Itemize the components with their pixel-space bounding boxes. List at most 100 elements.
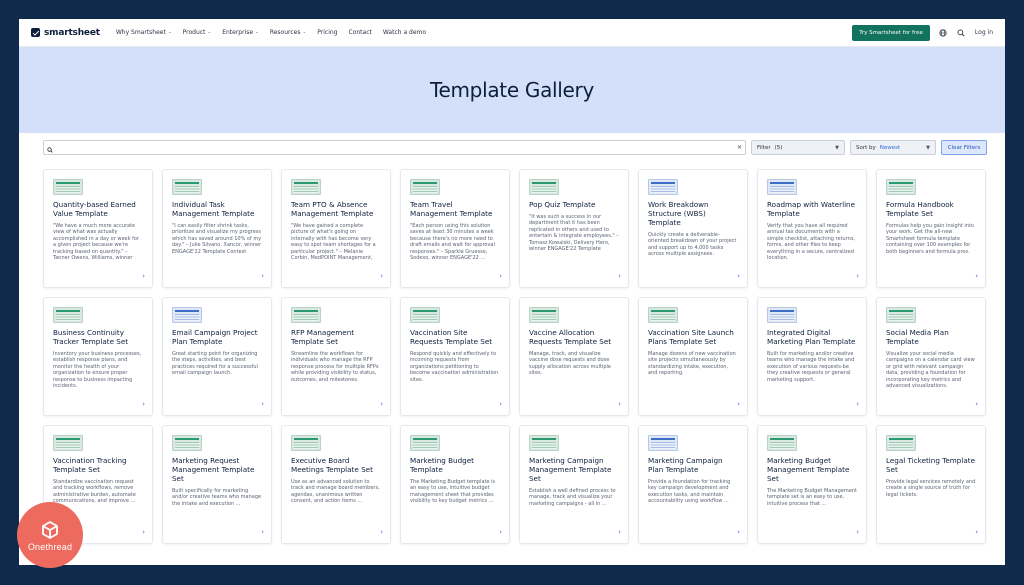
- template-card[interactable]: Marketing Request Management Template Se…: [162, 425, 272, 544]
- template-card[interactable]: Marketing Campaign Plan Template Provide …: [638, 425, 748, 544]
- chevron-right-icon[interactable]: ›: [975, 400, 978, 408]
- clear-filters-button[interactable]: Clear Filters: [941, 140, 987, 155]
- template-title[interactable]: Marketing Campaign Plan Template: [648, 456, 738, 474]
- template-title[interactable]: Marketing Budget Template: [410, 456, 500, 474]
- template-card[interactable]: Quantity-based Earned Value Template "We …: [43, 169, 153, 288]
- template-card[interactable]: Marketing Campaign Management Template S…: [519, 425, 629, 544]
- template-title[interactable]: Marketing Request Management Template Se…: [172, 456, 262, 483]
- nav-link-product[interactable]: Product ⌄: [183, 29, 212, 36]
- template-title[interactable]: Integrated Digital Marketing Plan Templa…: [767, 328, 857, 346]
- template-title[interactable]: Legal Ticketing Template Set: [886, 456, 976, 474]
- template-card[interactable]: Vaccination Site Launch Plans Template S…: [638, 297, 748, 416]
- filter-dropdown[interactable]: Filter (5) ▼: [751, 140, 845, 155]
- template-card[interactable]: Pop Quiz Template "It was such a success …: [519, 169, 629, 288]
- chevron-right-icon[interactable]: ›: [737, 272, 740, 280]
- template-title[interactable]: Individual Task Management Template: [172, 200, 262, 218]
- template-card[interactable]: Integrated Digital Marketing Plan Templa…: [757, 297, 867, 416]
- template-title[interactable]: Marketing Budget Management Template Set: [767, 456, 857, 483]
- nav-link-watch-a-demo[interactable]: Watch a demo: [383, 29, 426, 36]
- template-title[interactable]: RFP Management Template Set: [291, 328, 381, 346]
- nav-link-label: Enterprise: [222, 29, 254, 36]
- template-description: Built specifically for marketing and/or …: [172, 488, 262, 507]
- nav-link-contact[interactable]: Contact: [349, 29, 372, 36]
- login-link[interactable]: Log in: [975, 29, 993, 36]
- template-title[interactable]: Team PTO & Absence Management Template: [291, 200, 381, 218]
- template-card[interactable]: Executive Board Meetings Template Set Use…: [281, 425, 391, 544]
- chevron-right-icon[interactable]: ›: [142, 528, 145, 536]
- template-card[interactable]: Email Campaign Project Plan Template Grea…: [162, 297, 272, 416]
- template-card[interactable]: Legal Ticketing Template Set Provide lega…: [876, 425, 986, 544]
- template-title[interactable]: Formula Handbook Template Set: [886, 200, 976, 218]
- template-thumbnail: [529, 307, 559, 323]
- template-title[interactable]: Work Breakdown Structure (WBS) Template: [648, 200, 738, 227]
- chevron-right-icon[interactable]: ›: [975, 528, 978, 536]
- template-card[interactable]: Formula Handbook Template Set Formulas he…: [876, 169, 986, 288]
- search-box[interactable]: ✕: [43, 140, 746, 155]
- template-card[interactable]: Social Media Plan Template Visualize your…: [876, 297, 986, 416]
- filter-bar: ✕ Filter (5) ▼ Sort by Newest ▼ Clear Fi…: [43, 140, 987, 155]
- chevron-right-icon[interactable]: ›: [380, 528, 383, 536]
- chevron-right-icon[interactable]: ›: [261, 528, 264, 536]
- template-title[interactable]: Email Campaign Project Plan Template: [172, 328, 262, 346]
- nav-link-enterprise[interactable]: Enterprise ⌄: [222, 29, 259, 36]
- chevron-right-icon[interactable]: ›: [499, 272, 502, 280]
- chevron-right-icon[interactable]: ›: [142, 272, 145, 280]
- nav-link-label: Pricing: [317, 29, 338, 36]
- chevron-right-icon[interactable]: ›: [618, 528, 621, 536]
- template-card[interactable]: Business Continuity Tracker Template Set…: [43, 297, 153, 416]
- chevron-right-icon[interactable]: ›: [737, 528, 740, 536]
- chevron-right-icon[interactable]: ›: [380, 400, 383, 408]
- template-card[interactable]: Vaccination Site Requests Template Set Re…: [400, 297, 510, 416]
- chevron-right-icon[interactable]: ›: [380, 272, 383, 280]
- chevron-right-icon[interactable]: ›: [856, 400, 859, 408]
- chevron-right-icon[interactable]: ›: [261, 400, 264, 408]
- template-title[interactable]: Vaccination Site Launch Plans Template S…: [648, 328, 738, 346]
- template-card[interactable]: Marketing Budget Template The Marketing B…: [400, 425, 510, 544]
- template-description: "I can easily filter shrink tasks, prior…: [172, 223, 262, 255]
- chevron-right-icon[interactable]: ›: [856, 528, 859, 536]
- search-input[interactable]: [57, 144, 737, 151]
- template-title[interactable]: Quantity-based Earned Value Template: [53, 200, 143, 218]
- brand-logo[interactable]: smartsheet: [31, 28, 100, 38]
- chevron-right-icon[interactable]: ›: [499, 400, 502, 408]
- template-title[interactable]: Roadmap with Waterline Template: [767, 200, 857, 218]
- chevron-right-icon[interactable]: ›: [261, 272, 264, 280]
- chevron-right-icon[interactable]: ›: [618, 272, 621, 280]
- sort-dropdown[interactable]: Sort by Newest ▼: [850, 140, 936, 155]
- chevron-right-icon[interactable]: ›: [618, 400, 621, 408]
- template-title[interactable]: Vaccination Site Requests Template Set: [410, 328, 500, 346]
- chevron-right-icon[interactable]: ›: [856, 272, 859, 280]
- template-card[interactable]: Roadmap with Waterline Template Verify th…: [757, 169, 867, 288]
- chevron-right-icon[interactable]: ›: [975, 272, 978, 280]
- template-thumbnail: [886, 307, 916, 323]
- chevron-right-icon[interactable]: ›: [142, 400, 145, 408]
- nav-link-resources[interactable]: Resources ⌄: [270, 29, 306, 36]
- template-card[interactable]: Work Breakdown Structure (WBS) Template Q…: [638, 169, 748, 288]
- clear-search-icon[interactable]: ✕: [737, 144, 742, 151]
- template-card[interactable]: Team Travel Management Template "Each per…: [400, 169, 510, 288]
- template-title[interactable]: Executive Board Meetings Template Set: [291, 456, 381, 474]
- template-title[interactable]: Vaccination Tracking Template Set: [53, 456, 143, 474]
- template-title[interactable]: Marketing Campaign Management Template S…: [529, 456, 619, 483]
- chevron-right-icon[interactable]: ›: [737, 400, 740, 408]
- try-free-button[interactable]: Try Smartsheet for free: [852, 24, 930, 41]
- chevron-down-icon: ⌄: [207, 30, 212, 35]
- nav-link-label: Watch a demo: [382, 29, 427, 36]
- template-card[interactable]: Vaccine Allocation Requests Template Set…: [519, 297, 629, 416]
- template-thumbnail: [53, 179, 83, 195]
- template-card[interactable]: RFP Management Template Set Streamline th…: [281, 297, 391, 416]
- search-icon[interactable]: [957, 28, 966, 37]
- template-card[interactable]: Marketing Budget Management Template Set…: [757, 425, 867, 544]
- template-title[interactable]: Pop Quiz Template: [529, 200, 619, 209]
- template-title[interactable]: Team Travel Management Template: [410, 200, 500, 218]
- template-card[interactable]: Team PTO & Absence Management Template "W…: [281, 169, 391, 288]
- nav-link-why-smartsheet[interactable]: Why Smartsheet ⌄: [116, 29, 172, 36]
- globe-icon[interactable]: [939, 28, 948, 37]
- template-title[interactable]: Business Continuity Tracker Template Set: [53, 328, 143, 346]
- template-card[interactable]: Individual Task Management Template "I ca…: [162, 169, 272, 288]
- template-title[interactable]: Vaccine Allocation Requests Template Set: [529, 328, 619, 346]
- nav-link-label: Contact: [348, 29, 372, 36]
- chevron-right-icon[interactable]: ›: [499, 528, 502, 536]
- template-title[interactable]: Social Media Plan Template: [886, 328, 976, 346]
- nav-link-pricing[interactable]: Pricing: [317, 29, 337, 36]
